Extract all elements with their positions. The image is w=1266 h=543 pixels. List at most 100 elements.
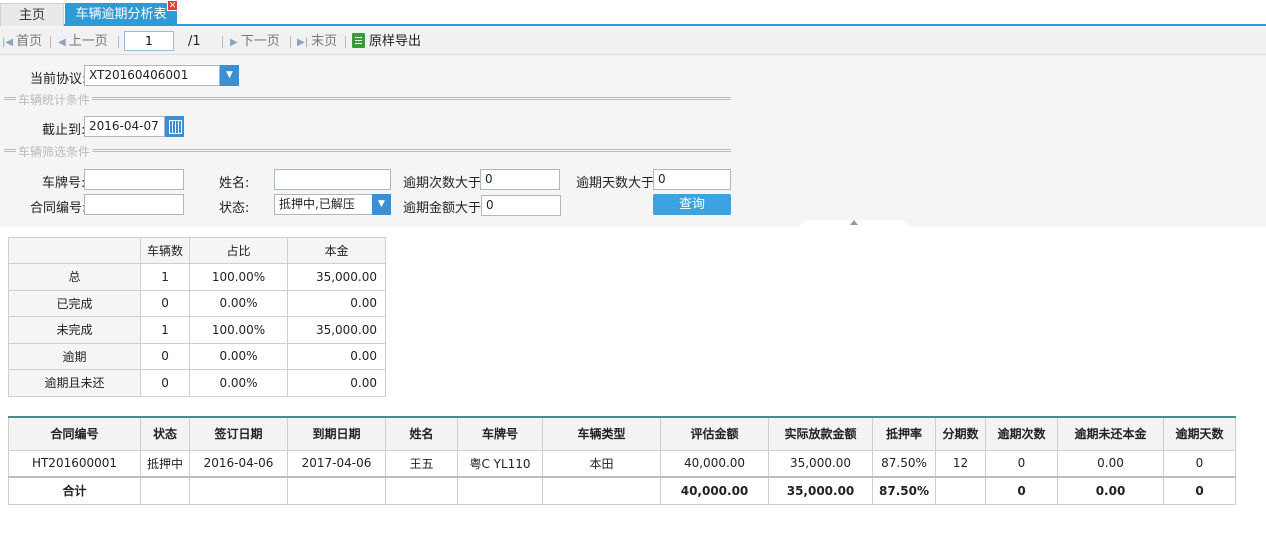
total-row: 合计 40,000.00 35,000.00 87.50% 0 0.00 0 <box>8 476 1236 505</box>
filter-panel: 当前协议: XT20160406001 ▼ 车辆统计条件 截止到: 2016-0… <box>0 56 1266 227</box>
table-cell <box>189 476 289 505</box>
table-cell: 0 <box>139 369 191 397</box>
column-header: 评估金额 <box>660 416 770 451</box>
prev-page-button[interactable]: ◀ 上一页 <box>58 34 108 50</box>
plate-label: 车牌号: <box>42 176 86 191</box>
overdue-days-input[interactable]: 0 <box>653 169 731 190</box>
table-cell <box>935 476 986 505</box>
tab-home[interactable]: 主页 <box>0 3 64 26</box>
last-page-label: 末页 <box>311 34 338 49</box>
overdue-amount-input[interactable]: 0 <box>481 195 561 216</box>
table-cell: 0.00% <box>189 342 289 370</box>
table-row: 总 1 100.00% 35,000.00 <box>8 263 387 291</box>
table-row: 逾期且未还 0 0.00% 0.00 <box>8 369 387 397</box>
first-page-label: 首页 <box>16 34 43 49</box>
agreement-label: 当前协议: <box>30 72 87 87</box>
column-header: 姓名 <box>385 416 459 451</box>
table-cell: 0.00 <box>1057 449 1164 478</box>
column-header: 抵押率 <box>872 416 936 451</box>
table-cell: 0 <box>139 289 191 317</box>
calendar-icon[interactable] <box>165 116 184 137</box>
table-cell: 0 <box>985 476 1058 505</box>
first-page-button[interactable]: |◀ 首页 <box>2 34 42 50</box>
summary-table: 车辆数 占比 本金 总 1 100.00% 35,000.00 已完成 0 0.… <box>8 237 387 397</box>
export-button[interactable]: 原样导出 <box>369 34 421 50</box>
excel-export-icon[interactable] <box>352 33 365 48</box>
column-header: 占比 <box>189 237 289 264</box>
status-label: 状态: <box>219 201 250 216</box>
page-number-input[interactable] <box>124 31 174 51</box>
contract-input[interactable] <box>84 194 184 215</box>
close-icon[interactable]: ✕ <box>167 0 178 11</box>
table-cell: 0 <box>1163 449 1236 478</box>
column-header: 合同编号 <box>8 416 141 451</box>
last-page-button[interactable]: ▶| 末页 <box>297 34 337 50</box>
prev-page-label: 上一页 <box>68 34 108 49</box>
row-label: 总 <box>8 263 141 291</box>
row-label: 未完成 <box>8 316 141 344</box>
report-content: 车辆数 占比 本金 总 1 100.00% 35,000.00 已完成 0 0.… <box>0 227 1266 543</box>
table-cell: 35,000.00 <box>768 476 874 505</box>
section-divider <box>4 97 731 100</box>
overdue-times-input[interactable]: 0 <box>480 169 560 190</box>
table-cell: 87.50% <box>872 449 936 478</box>
deadline-label: 截止到: <box>42 123 86 138</box>
table-cell: 0.00 <box>287 289 387 317</box>
agreement-select[interactable]: XT20160406001 <box>84 65 220 86</box>
tab-overdue-analysis[interactable]: 车辆逾期分析表 ✕ <box>65 0 178 26</box>
row-label: 逾期 <box>8 342 141 370</box>
table-cell: 合计 <box>8 476 141 505</box>
last-page-icon: ▶| <box>297 37 309 48</box>
table-cell: 0.00 <box>1057 476 1164 505</box>
report-toolbar: |◀首页 ◀上一页 /1 ▶下一页 ▶|末页 原样导出 <box>0 28 1266 55</box>
column-header: 本金 <box>287 237 387 264</box>
detail-table: 合同编号 状态 签订日期 到期日期 姓名 车牌号 车辆类型 评估金额 实际放款金… <box>8 416 1236 505</box>
table-cell: 100.00% <box>189 263 289 291</box>
contract-label: 合同编号: <box>30 201 87 216</box>
next-page-button[interactable]: ▶ 下一页 <box>230 34 280 50</box>
section-title-stats: 车辆统计条件 <box>16 91 93 108</box>
table-cell: 40,000.00 <box>660 476 770 505</box>
table-cell: 本田 <box>542 449 662 478</box>
column-header: 车辆类型 <box>542 416 662 451</box>
table-cell: 1 <box>139 316 191 344</box>
chevron-down-icon[interactable]: ▼ <box>372 194 391 215</box>
column-header: 到期日期 <box>287 416 387 451</box>
tab-bar: 主页 车辆逾期分析表 ✕ <box>0 0 1266 26</box>
table-cell: 0 <box>1163 476 1236 505</box>
table-row: 未完成 1 100.00% 35,000.00 <box>8 316 387 344</box>
column-header: 状态 <box>139 416 191 451</box>
table-cell <box>385 476 459 505</box>
row-label: 逾期且未还 <box>8 369 141 397</box>
table-cell: 2016-04-06 <box>189 449 289 478</box>
chevron-down-icon[interactable]: ▼ <box>220 65 239 86</box>
table-cell: 0.00% <box>189 369 289 397</box>
column-header: 车牌号 <box>457 416 544 451</box>
deadline-date-input[interactable]: 2016-04-07 <box>84 116 165 137</box>
column-header: 逾期次数 <box>985 416 1058 451</box>
overdue-times-label: 逾期次数大于 <box>403 176 482 191</box>
plate-input[interactable] <box>84 169 184 190</box>
overdue-days-label: 逾期天数大于 <box>576 176 655 191</box>
status-select[interactable]: 抵押中,已解压 <box>274 194 373 215</box>
table-cell: 0 <box>139 342 191 370</box>
table-cell: 35,000.00 <box>287 263 387 291</box>
table-cell: 王五 <box>385 449 459 478</box>
name-input[interactable] <box>274 169 391 190</box>
column-header: 签订日期 <box>189 416 289 451</box>
overdue-amount-label: 逾期金额大于 <box>403 201 482 216</box>
table-cell: 40,000.00 <box>660 449 770 478</box>
table-cell: 12 <box>935 449 986 478</box>
column-header: 逾期未还本金 <box>1057 416 1164 451</box>
column-header: 分期数 <box>935 416 986 451</box>
table-cell: 35,000.00 <box>768 449 874 478</box>
table-cell <box>139 476 191 505</box>
table-cell: HT201600001 <box>8 449 141 478</box>
table-row: 逾期 0 0.00% 0.00 <box>8 342 387 370</box>
query-button[interactable]: 查询 <box>653 194 731 215</box>
table-cell: 100.00% <box>189 316 289 344</box>
table-cell: 0.00 <box>287 342 387 370</box>
table-cell: 0 <box>985 449 1058 478</box>
table-cell: 0.00 <box>287 369 387 397</box>
row-label: 已完成 <box>8 289 141 317</box>
